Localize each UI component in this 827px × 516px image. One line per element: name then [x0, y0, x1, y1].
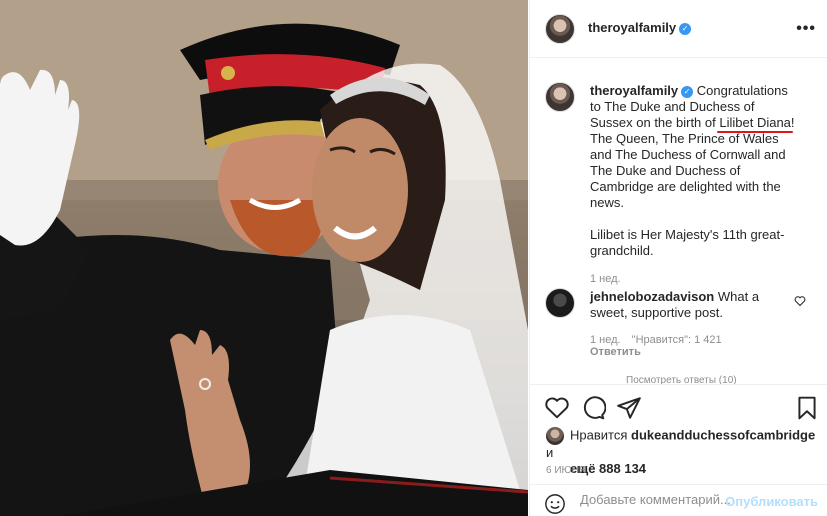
comment-input[interactable] [580, 492, 730, 507]
smile-icon[interactable] [544, 493, 566, 515]
liker-username[interactable]: dukeandduchessofcambridge [631, 427, 815, 442]
comment-body: jehnelobozadavison What a sweet, support… [590, 289, 790, 321]
comment-icon[interactable] [580, 395, 606, 421]
comment-time: 1 нед. [590, 334, 621, 346]
commenter-avatar[interactable] [545, 288, 575, 318]
bookmark-icon[interactable] [794, 395, 820, 421]
caption-text-3: Lilibet is Her Majesty's 11th great-gran… [590, 227, 785, 258]
author-avatar[interactable] [545, 14, 575, 44]
comments-area: theroyalfamily ✓ Congratulations to The D… [530, 59, 827, 384]
verified-icon: ✓ [681, 85, 694, 98]
heart-icon[interactable] [544, 395, 570, 421]
share-icon[interactable] [616, 395, 642, 421]
verified-icon: ✓ [679, 22, 692, 35]
likes-prefix: Нравится [570, 427, 628, 443]
header-username[interactable]: theroyalfamily [588, 20, 676, 35]
caption-author-avatar[interactable] [545, 82, 575, 112]
likes-conj: и [546, 445, 554, 460]
post-date: 6 ИЮНЯ [546, 465, 587, 476]
comment-likes[interactable]: "Нравится": 1 421 [632, 334, 722, 346]
likes-summary: Нравится dukeandduchessofcambridge и ещё… [546, 427, 816, 477]
caption-username[interactable]: theroyalfamily [590, 83, 678, 98]
post-photo-illustration [0, 0, 528, 516]
liker-avatar[interactable] [546, 427, 564, 445]
caption-text-1-end: ! [790, 115, 795, 130]
comment-username[interactable]: jehnelobozadavison [590, 289, 714, 304]
caption-text-2: The Queen, The Prince of Wales and The D… [590, 131, 786, 210]
post-actions: Нравится dukeandduchessofcambridge и ещё… [530, 384, 827, 484]
post-side-panel: theroyalfamily ✓ ••• theroyalfamily ✓ Cong… [529, 0, 827, 516]
post-photo [0, 0, 528, 516]
reply-button[interactable]: Ответить [590, 346, 790, 358]
post-header: theroyalfamily ✓ ••• [530, 0, 827, 58]
header-author: theroyalfamily ✓ [588, 20, 692, 35]
add-comment-bar: Опубликовать [530, 484, 827, 516]
post-caption: theroyalfamily ✓ Congratulations to The D… [590, 83, 798, 287]
comment-heart-icon[interactable] [794, 295, 806, 307]
view-replies-link[interactable]: Посмотреть ответы (10) [626, 375, 737, 384]
caption-highlight: Lilibet Diana [719, 115, 791, 130]
publish-button[interactable]: Опубликовать [725, 494, 818, 509]
more-icon[interactable]: ••• [796, 20, 816, 38]
comment-meta: 1 нед. "Нравится": 1 421 [590, 334, 790, 346]
caption-time: 1 нед. [590, 273, 621, 285]
